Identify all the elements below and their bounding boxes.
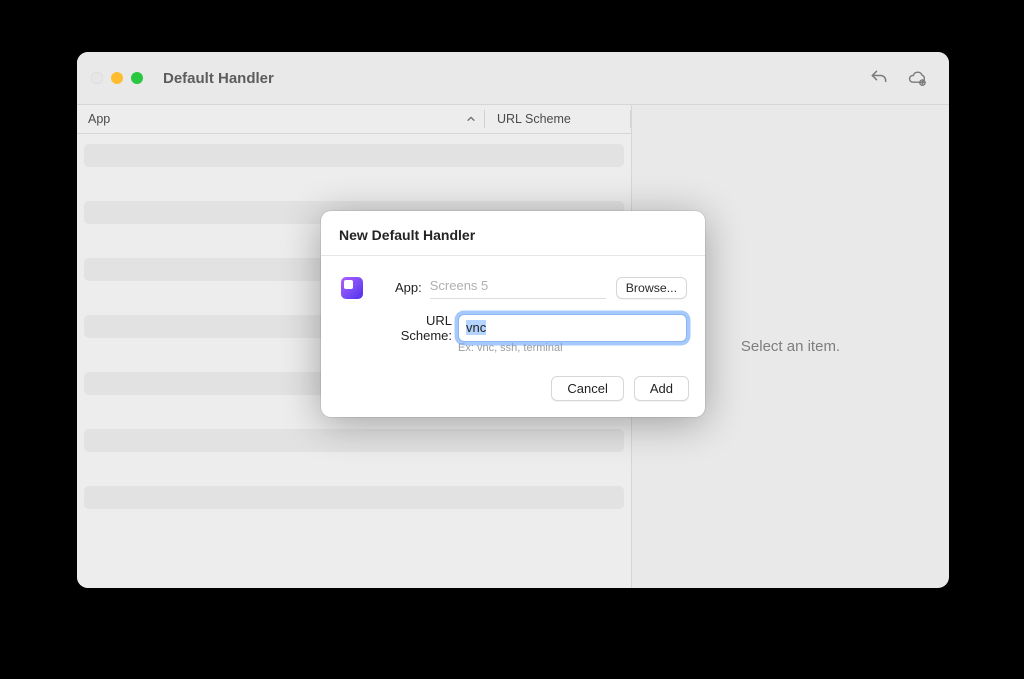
chevron-up-icon	[466, 114, 476, 124]
cancel-button[interactable]: Cancel	[551, 376, 623, 401]
app-icon-cell	[339, 277, 366, 299]
column-header-app[interactable]: App	[77, 112, 484, 126]
url-scheme-hint: Ex: vnc, ssh, terminal	[458, 342, 687, 354]
minimize-window-button[interactable]	[111, 72, 123, 84]
dialog-title: New Default Handler	[339, 227, 687, 243]
app-label: App:	[366, 280, 430, 295]
dialog-body: App: Browse... URL Scheme: vnc Ex: vnc, …	[321, 256, 705, 362]
url-scheme-label: URL Scheme:	[375, 313, 458, 343]
table-header: App URL Scheme	[77, 105, 631, 134]
placeholder-text: Select an item.	[741, 338, 840, 355]
app-field[interactable]	[430, 276, 606, 299]
column-header-url-label: URL Scheme	[497, 112, 571, 126]
table-row	[84, 486, 624, 509]
undo-icon[interactable]	[869, 68, 889, 88]
form-row-url-scheme: URL Scheme: vnc	[339, 313, 687, 343]
table-row	[84, 144, 624, 167]
window-title: Default Handler	[163, 70, 274, 87]
column-header-url-scheme[interactable]: URL Scheme	[485, 112, 630, 126]
form-row-app: App: Browse...	[339, 276, 687, 299]
dialog-header: New Default Handler	[321, 211, 705, 256]
cloud-add-icon[interactable]	[907, 68, 927, 88]
add-button[interactable]: Add	[634, 376, 689, 401]
url-scheme-input-wrap: vnc	[458, 314, 687, 342]
browse-button[interactable]: Browse...	[616, 277, 687, 299]
column-divider	[630, 110, 631, 128]
toolbar-right	[869, 68, 935, 88]
new-handler-dialog: New Default Handler App: Browse... URL S…	[321, 211, 705, 417]
maximize-window-button[interactable]	[131, 72, 143, 84]
table-row	[84, 429, 624, 452]
column-header-app-label: App	[88, 112, 110, 126]
close-window-button[interactable]	[91, 72, 103, 84]
url-scheme-value: vnc	[466, 320, 486, 335]
traffic-lights	[91, 72, 143, 84]
app-icon	[341, 277, 363, 299]
titlebar: Default Handler	[77, 52, 949, 104]
url-scheme-input[interactable]: vnc	[458, 314, 687, 342]
dialog-footer: Cancel Add	[321, 362, 705, 417]
